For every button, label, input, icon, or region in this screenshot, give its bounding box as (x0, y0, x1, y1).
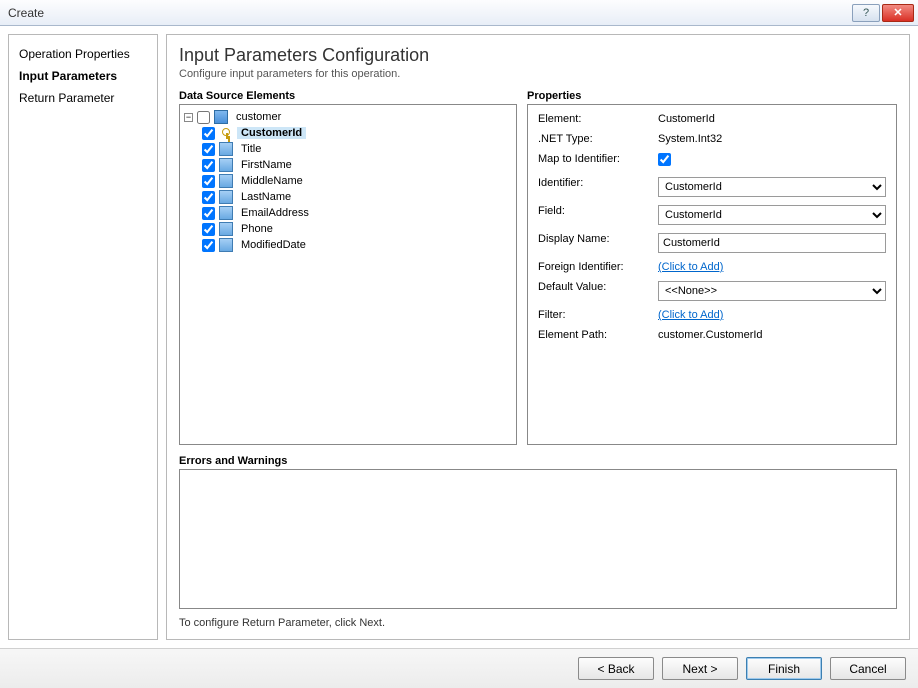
prop-elementpath-value: customer.CustomerId (658, 329, 886, 341)
prop-field-select[interactable]: CustomerId (658, 205, 886, 225)
tree-item-checkbox[interactable] (202, 207, 215, 220)
tree-item-checkbox[interactable] (202, 159, 215, 172)
tree-item-label[interactable]: FirstName (237, 159, 296, 171)
tree-item-checkbox[interactable] (202, 175, 215, 188)
tree-item[interactable]: CustomerId (202, 125, 512, 141)
errors-label: Errors and Warnings (179, 455, 897, 467)
sidebar-item-return-parameter[interactable]: Return Parameter (17, 87, 149, 109)
prop-identifier-label: Identifier: (538, 177, 648, 197)
cancel-button[interactable]: Cancel (830, 657, 906, 680)
tree-item[interactable]: FirstName (202, 157, 512, 173)
column-icon (219, 238, 233, 252)
prop-filter-link[interactable]: (Click to Add) (658, 309, 723, 321)
data-source-tree[interactable]: − customer CustomerId Title FirstName Middl… (179, 104, 517, 445)
column-icon (219, 206, 233, 220)
prop-displayname-label: Display Name: (538, 233, 648, 253)
prop-identifier-select[interactable]: CustomerId (658, 177, 886, 197)
tree-item-label[interactable]: Title (237, 143, 265, 155)
prop-foreignid-label: Foreign Identifier: (538, 261, 648, 273)
prop-map-checkbox[interactable] (658, 153, 671, 166)
sidebar: Operation Properties Input Parameters Re… (8, 34, 158, 640)
tree-item[interactable]: LastName (202, 189, 512, 205)
next-button[interactable]: Next > (662, 657, 738, 680)
sidebar-item-input-parameters[interactable]: Input Parameters (17, 65, 149, 87)
tree-item[interactable]: MiddleName (202, 173, 512, 189)
tree-item-checkbox[interactable] (202, 191, 215, 204)
key-icon (219, 126, 233, 140)
properties-panel: Properties Element: CustomerId .NET Type… (527, 90, 897, 445)
prop-defaultvalue-label: Default Value: (538, 281, 648, 301)
tree-item-checkbox[interactable] (202, 143, 215, 156)
column-icon (219, 142, 233, 156)
errors-box (179, 469, 897, 609)
column-icon (219, 222, 233, 236)
prop-map-label: Map to Identifier: (538, 153, 648, 169)
column-icon (219, 158, 233, 172)
tree-item-checkbox[interactable] (202, 223, 215, 236)
tree-item[interactable]: Title (202, 141, 512, 157)
properties-label: Properties (527, 90, 897, 102)
prop-displayname-input[interactable] (658, 233, 886, 253)
prop-defaultvalue-select[interactable]: <<None>> (658, 281, 886, 301)
prop-nettype-label: .NET Type: (538, 133, 648, 145)
column-icon (219, 190, 233, 204)
properties-box: Element: CustomerId .NET Type: System.In… (527, 104, 897, 445)
titlebar: Create ? ✕ (0, 0, 918, 26)
tree-root-checkbox[interactable] (197, 111, 210, 124)
data-source-panel: Data Source Elements − customer Customer… (179, 90, 517, 445)
tree-collapse-icon[interactable]: − (184, 113, 193, 122)
page-subtitle: Configure input parameters for this oper… (179, 68, 897, 80)
tree-item-label[interactable]: EmailAddress (237, 207, 313, 219)
prop-element-label: Element: (538, 113, 648, 125)
tree-item-label[interactable]: MiddleName (237, 175, 307, 187)
column-icon (219, 174, 233, 188)
window-title: Create (8, 6, 850, 20)
prop-field-label: Field: (538, 205, 648, 225)
prop-foreignid-link[interactable]: (Click to Add) (658, 261, 723, 273)
main-panel: Input Parameters Configuration Configure… (166, 34, 910, 640)
tree-item-label[interactable]: ModifiedDate (237, 239, 310, 251)
tree-item-label[interactable]: CustomerId (237, 127, 306, 139)
tree-item-checkbox[interactable] (202, 239, 215, 252)
tree-root-label[interactable]: customer (232, 111, 285, 123)
tree-item[interactable]: ModifiedDate (202, 237, 512, 253)
prop-filter-label: Filter: (538, 309, 648, 321)
help-button[interactable]: ? (852, 4, 880, 22)
prop-element-value: CustomerId (658, 113, 886, 125)
tree-item[interactable]: Phone (202, 221, 512, 237)
footer-hint: To configure Return Parameter, click Nex… (179, 617, 897, 629)
table-icon (214, 110, 228, 124)
close-button[interactable]: ✕ (882, 4, 914, 22)
back-button[interactable]: < Back (578, 657, 654, 680)
tree-item-checkbox[interactable] (202, 127, 215, 140)
tree-item[interactable]: EmailAddress (202, 205, 512, 221)
button-row: < Back Next > Finish Cancel (0, 648, 918, 688)
sidebar-item-operation-properties[interactable]: Operation Properties (17, 43, 149, 65)
prop-nettype-value: System.Int32 (658, 133, 886, 145)
tree-root-row[interactable]: − customer (184, 109, 512, 125)
tree-item-label[interactable]: Phone (237, 223, 277, 235)
data-source-label: Data Source Elements (179, 90, 517, 102)
tree-item-label[interactable]: LastName (237, 191, 295, 203)
prop-elementpath-label: Element Path: (538, 329, 648, 341)
dialog-body: Operation Properties Input Parameters Re… (0, 26, 918, 648)
page-title: Input Parameters Configuration (179, 45, 897, 66)
finish-button[interactable]: Finish (746, 657, 822, 680)
